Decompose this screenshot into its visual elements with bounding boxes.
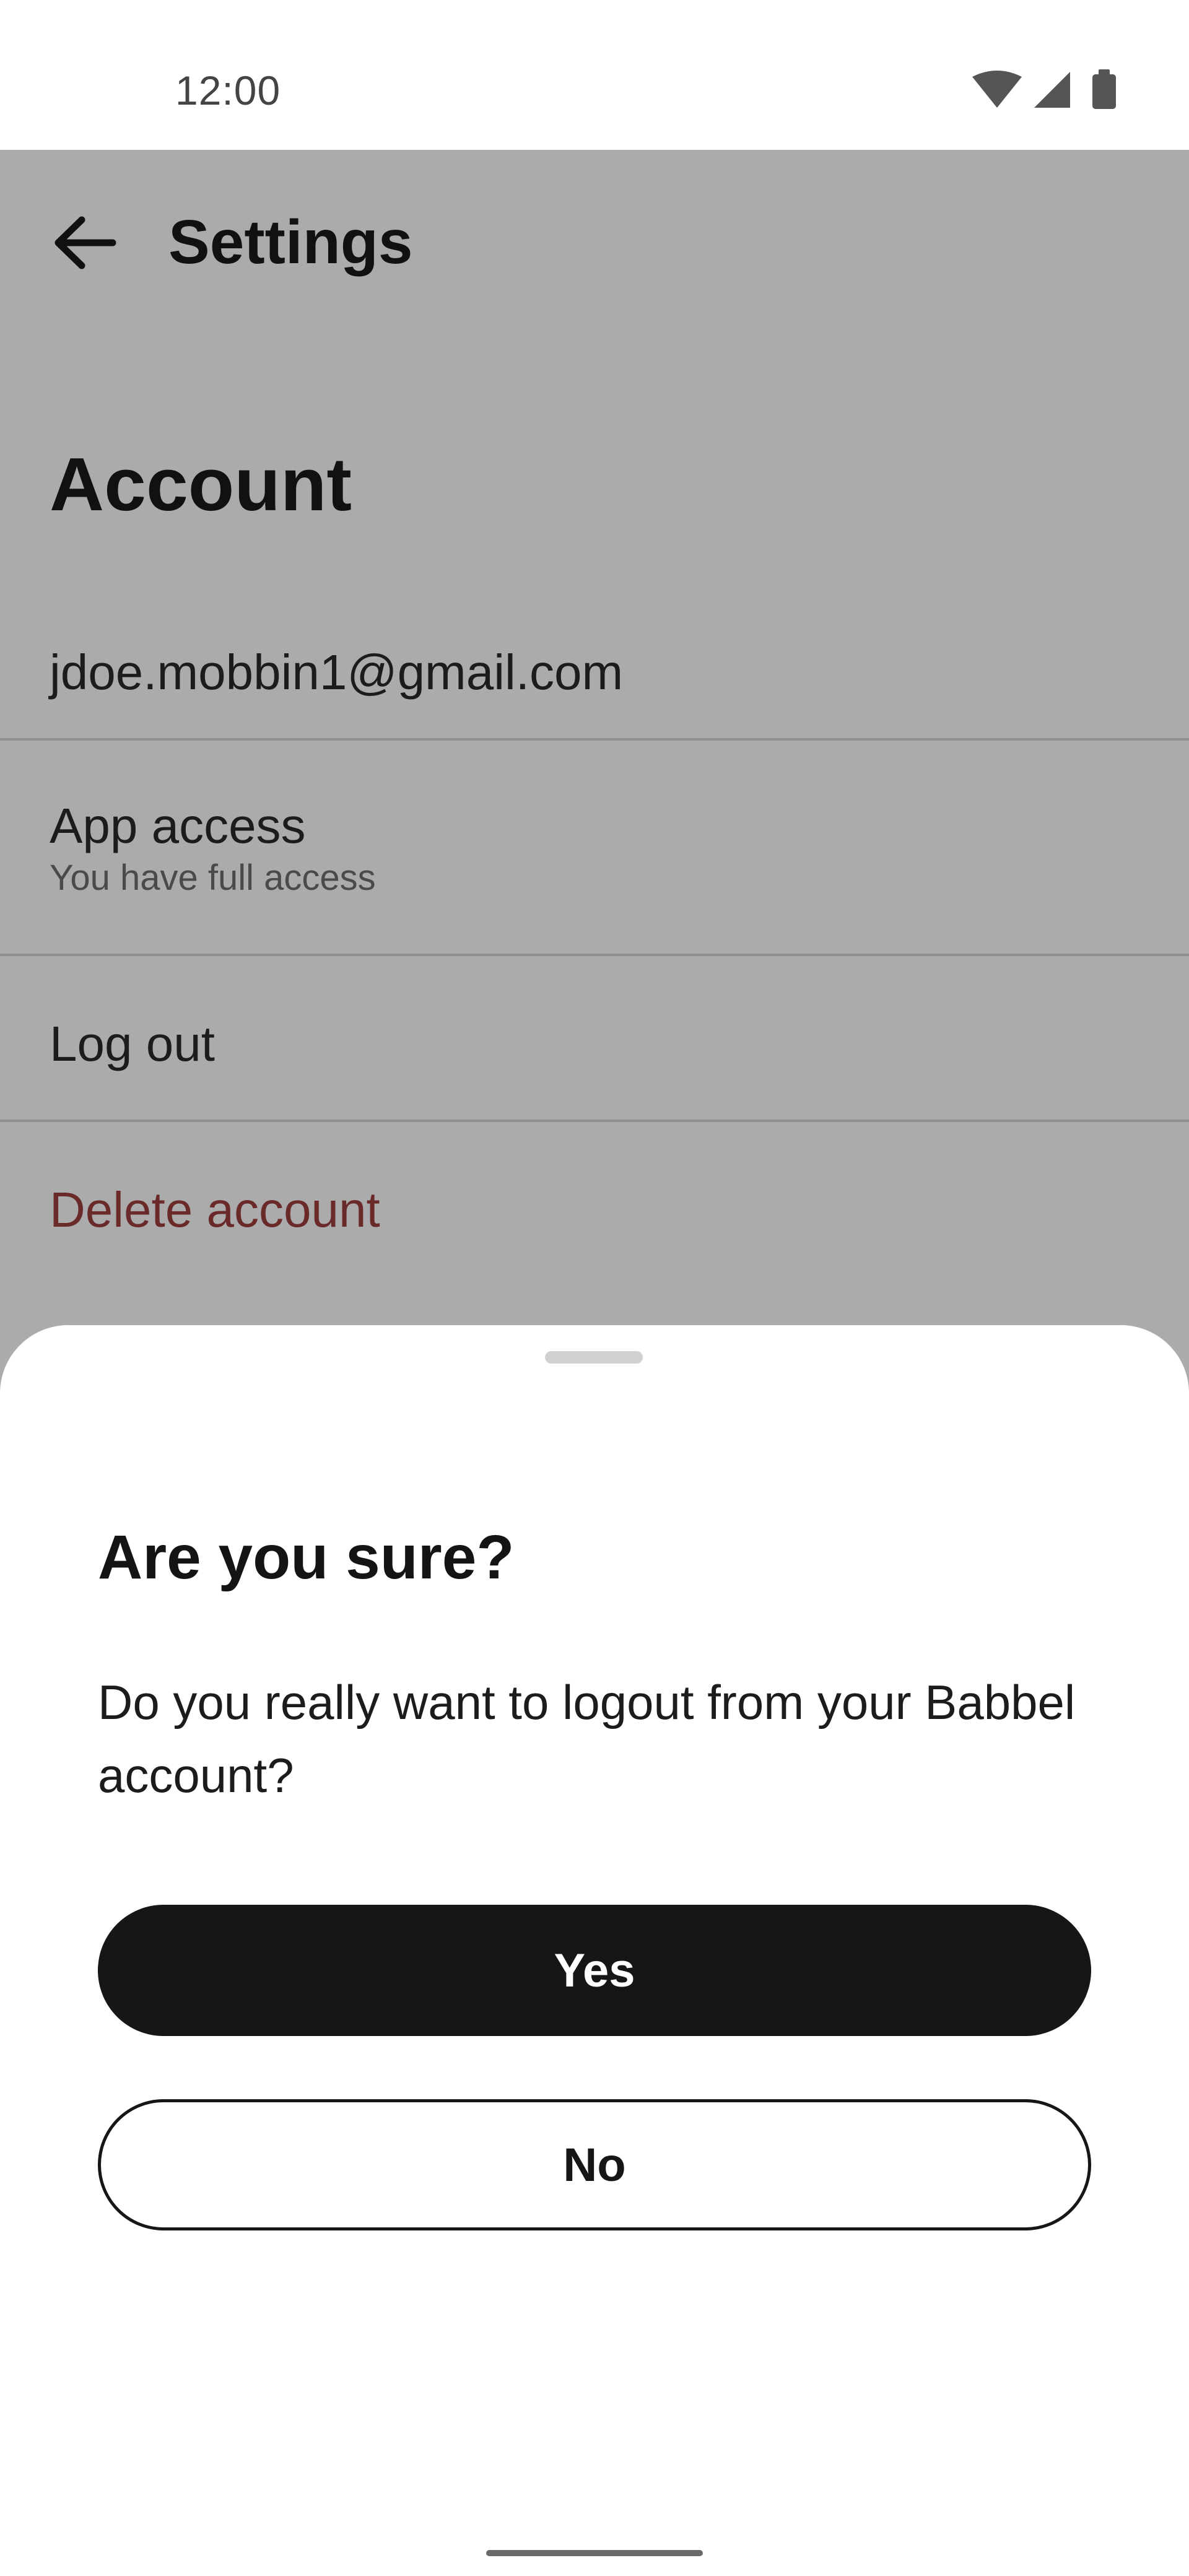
dialog-title: Are you sure? — [98, 1523, 515, 1592]
yes-button-label: Yes — [554, 1944, 635, 1997]
yes-button[interactable]: Yes — [98, 1905, 1091, 2036]
logout-confirm-sheet: Are you sure? Do you really want to logo… — [0, 1325, 1189, 2576]
status-time: 12:00 — [175, 67, 281, 113]
dialog-message: Do you really want to logout from your B… — [98, 1675, 1076, 1803]
delete-account-label: Delete account — [50, 1182, 380, 1237]
battery-icon — [1092, 69, 1116, 109]
logout-label: Log out — [50, 1016, 215, 1071]
delete-account-row[interactable]: Delete account — [0, 1122, 1189, 1308]
gesture-navigation-bar[interactable] — [486, 2550, 703, 2556]
wifi-icon — [972, 71, 1022, 108]
sheet-drag-handle[interactable] — [545, 1351, 643, 1364]
app-access-label: App access — [50, 798, 306, 853]
logout-row[interactable]: Log out — [0, 956, 1189, 1122]
no-button-label: No — [563, 2138, 626, 2191]
app-bar: Settings — [0, 150, 1189, 336]
email-row[interactable]: jdoe.mobbin1@gmail.com — [0, 596, 1189, 741]
status-bar: 12:00 — [0, 0, 1189, 150]
page-title: Settings — [168, 207, 413, 277]
no-button[interactable]: No — [98, 2099, 1091, 2230]
arrow-left-icon — [54, 216, 116, 269]
back-button[interactable] — [45, 206, 125, 280]
cellular-signal-icon — [1034, 72, 1070, 108]
app-access-status: You have full access — [50, 858, 376, 898]
account-section-title: Account — [50, 442, 352, 526]
app-access-row[interactable]: App access You have full access — [0, 741, 1189, 956]
status-icons — [972, 69, 1116, 109]
email-text: jdoe.mobbin1@gmail.com — [50, 645, 624, 700]
